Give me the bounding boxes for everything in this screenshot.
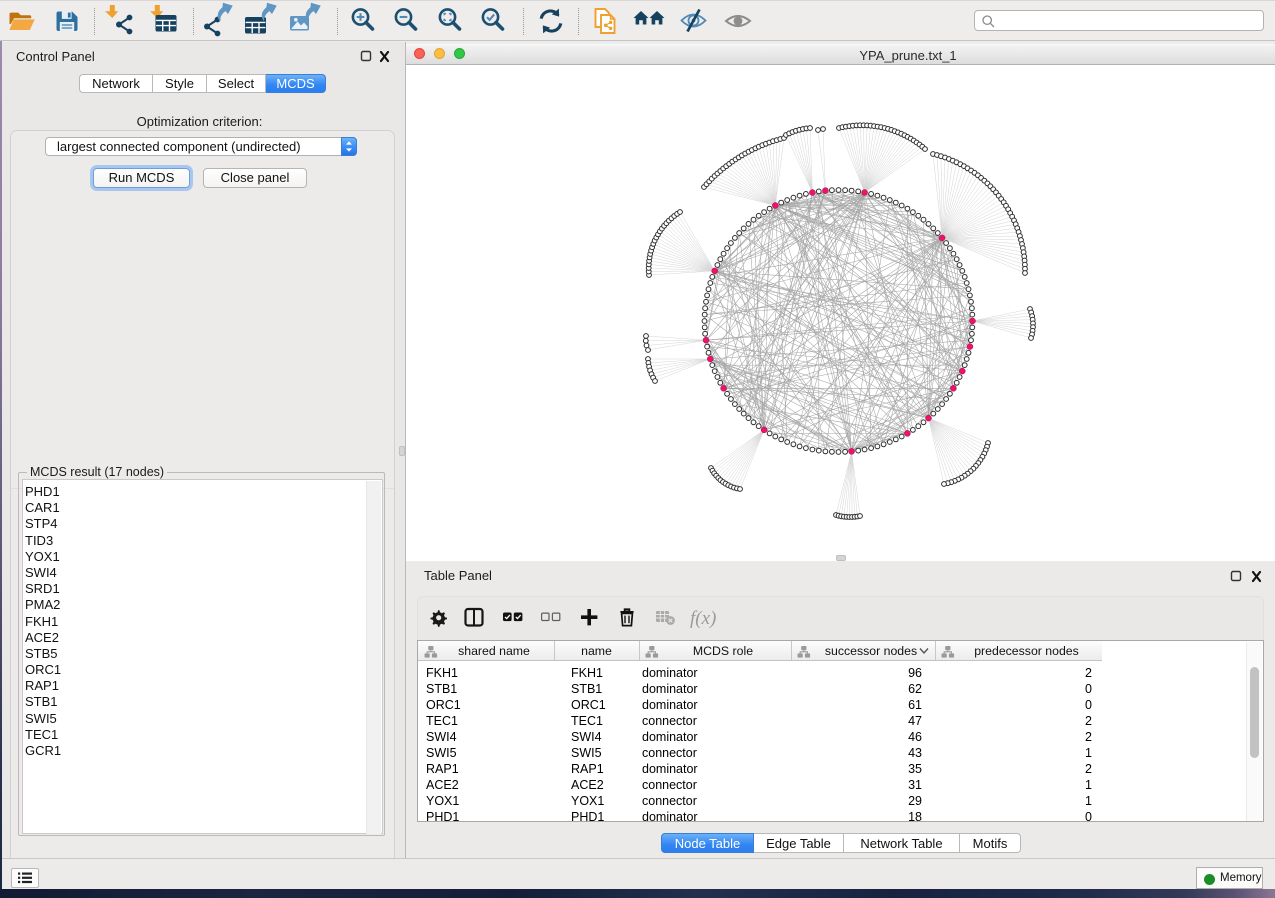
svg-text:predecessor nodes: predecessor nodes (974, 644, 1079, 658)
svg-text:shared name: shared name (458, 644, 530, 658)
svg-text:f(x): f(x) (690, 608, 716, 629)
svg-text:MCDS role: MCDS role (693, 644, 753, 658)
svg-text:name: name (581, 644, 612, 658)
svg-text:successor nodes: successor nodes (825, 644, 917, 658)
